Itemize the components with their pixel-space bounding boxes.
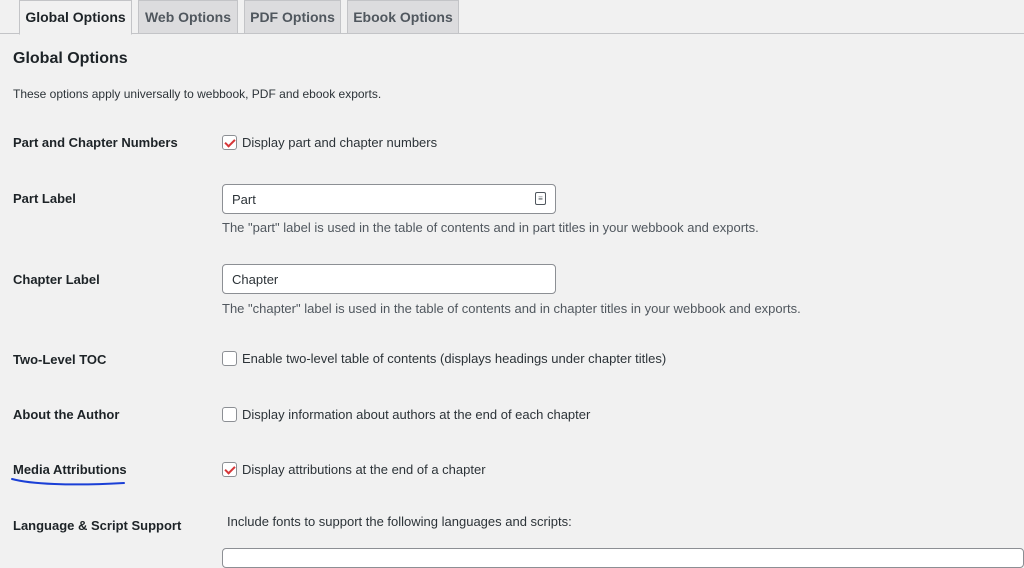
about-author-checkbox[interactable] (222, 407, 237, 422)
input-contact-icon[interactable]: ≡ (535, 192, 546, 205)
part-label-input[interactable] (222, 184, 556, 214)
language-select-field[interactable] (222, 548, 1024, 568)
chapter-label-label: Chapter Label (13, 272, 100, 287)
chapter-numbers-checkbox[interactable] (222, 135, 237, 150)
two-level-toc-checkbox[interactable] (222, 351, 237, 366)
part-label-label: Part Label (13, 191, 76, 206)
section-intro: These options apply universally to webbo… (13, 87, 382, 101)
language-support-label: Language & Script Support (13, 518, 182, 533)
tab-global-options[interactable]: Global Options (19, 0, 132, 35)
about-author-label: About the Author (13, 407, 120, 422)
language-support-description: Include fonts to support the following l… (227, 514, 572, 529)
tab-ebook-options[interactable]: Ebook Options (347, 0, 459, 34)
tab-pdf-options[interactable]: PDF Options (244, 0, 341, 34)
media-attributions-checkbox-label[interactable]: Display attributions at the end of a cha… (242, 462, 486, 477)
tab-web-options[interactable]: Web Options (138, 0, 238, 34)
chapter-label-input[interactable] (222, 264, 556, 294)
tab-bar: Global Options Web Options PDF Options E… (0, 0, 1024, 35)
chapter-numbers-checkbox-label[interactable]: Display part and chapter numbers (242, 135, 437, 150)
chapter-numbers-label: Part and Chapter Numbers (13, 135, 178, 150)
about-author-checkbox-label[interactable]: Display information about authors at the… (242, 407, 590, 422)
about-author-option[interactable]: Display information about authors at the… (222, 407, 590, 422)
chapter-label-description: The "chapter" label is used in the table… (222, 301, 801, 316)
part-label-description: The "part" label is used in the table of… (222, 220, 759, 235)
section-title: Global Options (13, 50, 128, 67)
media-attributions-label: Media Attributions (13, 462, 127, 477)
media-attributions-option[interactable]: Display attributions at the end of a cha… (222, 462, 486, 477)
two-level-toc-checkbox-label[interactable]: Enable two-level table of contents (disp… (242, 351, 666, 366)
chapter-numbers-option[interactable]: Display part and chapter numbers (222, 135, 437, 150)
two-level-toc-label: Two-Level TOC (13, 352, 107, 367)
annotation-underline (11, 478, 125, 486)
media-attributions-checkbox[interactable] (222, 462, 237, 477)
two-level-toc-option[interactable]: Enable two-level table of contents (disp… (222, 351, 666, 366)
